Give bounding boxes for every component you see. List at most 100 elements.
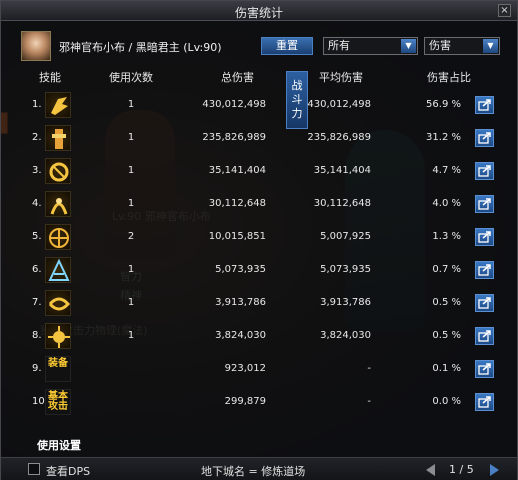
row-avg-damage: 5,073,935 <box>320 264 371 275</box>
filter-select-value: 所有 <box>328 39 350 52</box>
share-icon[interactable] <box>475 162 494 180</box>
share-icon[interactable] <box>475 294 494 312</box>
row-avg-damage: - <box>367 363 371 374</box>
table-row: 4. 1 30,112,648 30,112,648 4.0 % <box>21 188 501 220</box>
row-avg-damage: 235,826,989 <box>307 132 371 143</box>
row-rank: 6. <box>32 264 42 275</box>
row-damage-share: 4.0 % <box>432 198 461 209</box>
row-total-damage: 10,015,851 <box>208 231 266 242</box>
row-avg-damage: 35,141,404 <box>313 165 371 176</box>
skill-icon-label: 基本攻击 <box>48 391 68 412</box>
col-total: 总伤害 <box>221 71 254 84</box>
reset-button[interactable]: 重置 <box>261 37 313 55</box>
row-total-damage: 35,141,404 <box>208 165 266 176</box>
skill-icon-label: 装备 <box>48 358 68 369</box>
row-rank: 1. <box>32 99 42 110</box>
row-avg-damage: 5,007,925 <box>320 231 371 242</box>
skill-icon-8 <box>45 323 71 349</box>
character-header: 邪神官布小布 / 黑暗君主 (Lv:90) 重置 所有 ▼ 伤害 ▼ <box>21 31 511 61</box>
row-uses: 1 <box>127 198 135 209</box>
skill-icon: 装备 <box>45 356 71 382</box>
table-row: 2. 1 235,826,989 235,826,989 31.2 % <box>21 122 501 154</box>
row-rank: 8. <box>32 330 42 341</box>
row-total-damage: 3,913,786 <box>215 297 266 308</box>
share-icon[interactable] <box>475 96 494 114</box>
type-select[interactable]: 伤害 ▼ <box>424 37 500 55</box>
row-total-damage: 3,824,030 <box>215 330 266 341</box>
title-bar[interactable]: 伤害统计 × <box>1 1 517 21</box>
share-icon[interactable] <box>475 129 494 147</box>
damage-stats-window: 伤害统计 × 邪神官布小布 / 黑暗君主 (Lv:90) 重置 所有 ▼ 伤害 … <box>0 0 518 480</box>
table-row: 8. 1 3,824,030 3,824,030 0.5 % <box>21 320 501 352</box>
page-indicator: 1 / 5 <box>449 463 474 476</box>
skill-icon-4 <box>45 191 71 217</box>
row-uses: 2 <box>127 231 135 242</box>
share-icon[interactable] <box>475 261 494 279</box>
usage-settings-label[interactable]: 使用设置 <box>37 437 81 453</box>
skill-icon-7 <box>45 290 71 316</box>
row-avg-damage: 3,913,786 <box>320 297 371 308</box>
row-rank: 4. <box>32 198 42 209</box>
type-select-value: 伤害 <box>429 39 451 52</box>
next-page-icon[interactable] <box>490 464 499 476</box>
table-row: 10. 基本攻击 299,879-0.0 % <box>21 386 501 418</box>
row-uses: 1 <box>127 132 135 143</box>
row-uses: 1 <box>127 99 135 110</box>
window-title: 伤害统计 <box>234 6 283 20</box>
row-damage-share: 0.5 % <box>432 330 461 341</box>
row-avg-damage: 430,012,498 <box>307 99 371 110</box>
row-total-damage: 299,879 <box>224 396 266 407</box>
row-rank: 2. <box>32 132 42 143</box>
skill-icon: 基本攻击 <box>45 389 71 415</box>
row-total-damage: 5,073,935 <box>215 264 266 275</box>
row-uses: 1 <box>127 330 135 341</box>
prev-page-icon[interactable] <box>426 464 435 476</box>
row-uses: 1 <box>127 165 135 176</box>
row-total-damage: 235,826,989 <box>202 132 266 143</box>
row-damage-share: 0.1 % <box>432 363 461 374</box>
col-uses: 使用次数 <box>109 71 153 84</box>
row-uses: 1 <box>127 297 135 308</box>
row-damage-share: 1.3 % <box>432 231 461 242</box>
row-damage-share: 4.7 % <box>432 165 461 176</box>
table-header: 技能 使用次数 总伤害 平均伤害 伤害占比 <box>21 69 501 85</box>
skill-icon-1 <box>45 92 71 118</box>
share-icon[interactable] <box>475 393 494 411</box>
share-icon[interactable] <box>475 360 494 378</box>
table-row: 6. 1 5,073,935 5,073,935 0.7 % <box>21 254 501 286</box>
view-dps-checkbox[interactable] <box>28 463 40 475</box>
dungeon-name: 地下城名 = 修炼道场 <box>201 465 306 478</box>
col-avg: 平均伤害 <box>319 71 363 84</box>
col-skill: 技能 <box>39 71 61 84</box>
skill-icon-6 <box>45 257 71 283</box>
row-damage-share: 0.0 % <box>432 396 461 407</box>
row-total-damage: 30,112,648 <box>208 198 266 209</box>
row-rank: 3. <box>32 165 42 176</box>
col-pct: 伤害占比 <box>427 71 471 84</box>
row-damage-share: 56.9 % <box>426 99 461 110</box>
character-name: 邪神官布小布 / 黑暗君主 (Lv:90) <box>59 41 222 54</box>
row-avg-damage: 30,112,648 <box>313 198 371 209</box>
close-button[interactable]: × <box>498 4 511 17</box>
row-total-damage: 923,012 <box>224 363 266 374</box>
share-icon[interactable] <box>475 195 494 213</box>
share-icon[interactable] <box>475 228 494 246</box>
table-row: 3. 1 35,141,404 35,141,404 4.7 % <box>21 155 501 187</box>
row-rank: 9. <box>32 363 42 374</box>
skill-icon-3 <box>45 158 71 184</box>
row-rank: 5. <box>32 231 42 242</box>
skill-icon-5 <box>45 224 71 250</box>
chevron-down-icon: ▼ <box>401 39 416 53</box>
filter-select[interactable]: 所有 ▼ <box>323 37 418 55</box>
row-damage-share: 31.2 % <box>426 132 461 143</box>
table-row: 1. 1 430,012,498 430,012,498 56.9 % <box>21 89 501 121</box>
skill-icon-2 <box>45 125 71 151</box>
row-rank: 7. <box>32 297 42 308</box>
row-uses: 1 <box>127 264 135 275</box>
row-total-damage: 430,012,498 <box>202 99 266 110</box>
footer-bar: 查看DPS 地下城名 = 修炼道场 1 / 5 <box>1 457 517 480</box>
view-dps-label: 查看DPS <box>46 465 91 478</box>
share-icon[interactable] <box>475 327 494 345</box>
avatar <box>21 31 51 61</box>
row-avg-damage: 3,824,030 <box>320 330 371 341</box>
